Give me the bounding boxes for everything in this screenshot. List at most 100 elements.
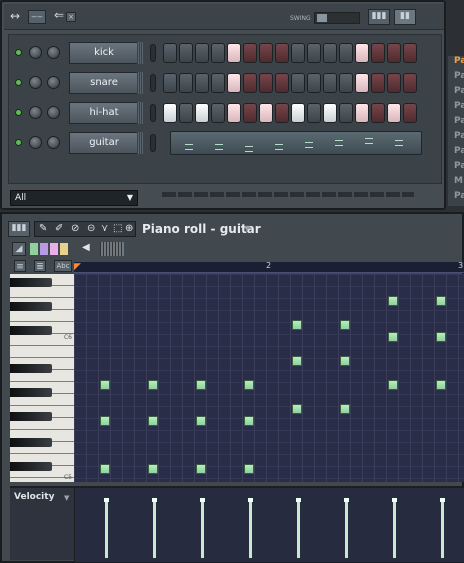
arrow-left-icon[interactable]: ◀ [82, 242, 90, 253]
channel-select[interactable] [150, 104, 156, 122]
timeline-ruler[interactable]: ◤ 2 3 [74, 261, 464, 273]
close-icon[interactable]: × [66, 12, 76, 22]
pan-knob[interactable] [29, 136, 42, 149]
pencil-icon[interactable]: ✎ [39, 223, 47, 234]
color-pink-button[interactable] [50, 243, 58, 255]
options-button[interactable]: ‒‒ [28, 10, 46, 24]
step-button[interactable] [195, 73, 209, 93]
volume-knob[interactable] [47, 106, 60, 119]
step-button[interactable] [323, 73, 337, 93]
step-button[interactable] [259, 43, 273, 63]
channel-led[interactable] [15, 79, 22, 86]
select-icon[interactable]: ⬚ [113, 223, 122, 234]
step-button[interactable] [227, 103, 241, 123]
playhead-marker-icon[interactable]: ◤ [74, 262, 81, 272]
white-key[interactable] [10, 346, 74, 358]
note[interactable] [196, 380, 206, 390]
note[interactable] [100, 380, 110, 390]
step-button[interactable] [179, 103, 193, 123]
step-button[interactable] [243, 103, 257, 123]
step-button[interactable] [259, 73, 273, 93]
step-button[interactable] [355, 43, 369, 63]
black-key[interactable] [10, 364, 52, 373]
delete-icon[interactable]: ⊘ [71, 223, 79, 234]
pattern-list-item[interactable]: Pa [454, 116, 464, 126]
note[interactable] [100, 416, 110, 426]
pattern-list-item[interactable]: Pa [454, 161, 464, 171]
step-button[interactable] [387, 73, 401, 93]
note[interactable] [100, 464, 110, 474]
step-button[interactable] [211, 43, 225, 63]
channel-led[interactable] [15, 109, 22, 116]
step-button[interactable] [227, 73, 241, 93]
volume-knob[interactable] [47, 76, 60, 89]
volume-knob[interactable] [47, 136, 60, 149]
pan-knob[interactable] [29, 106, 42, 119]
arrows-icon[interactable]: ↔ [10, 9, 20, 23]
pattern-list-item[interactable]: Pa [454, 191, 464, 201]
step-button[interactable] [179, 73, 193, 93]
step-button[interactable] [211, 103, 225, 123]
slice-icon[interactable]: ⋎ [101, 223, 108, 234]
step-button[interactable] [339, 43, 353, 63]
step-button[interactable] [403, 103, 417, 123]
keyboard-toggle-icon[interactable]: ≡ [14, 260, 26, 272]
note[interactable] [340, 320, 350, 330]
step-button[interactable] [323, 43, 337, 63]
pattern-list-item[interactable]: M [454, 176, 463, 186]
step-button[interactable] [291, 103, 305, 123]
velocity-handle[interactable] [392, 498, 397, 502]
note[interactable] [148, 416, 158, 426]
piano-roll-icon[interactable]: ▮▮▮ [8, 221, 30, 237]
piano-icon[interactable]: ▮▮ [394, 9, 416, 25]
brush-icon[interactable]: ✐ [55, 223, 63, 234]
note[interactable] [436, 296, 446, 306]
volume-knob[interactable] [47, 46, 60, 59]
note[interactable] [244, 416, 254, 426]
velocity-handle[interactable] [296, 498, 301, 502]
note[interactable] [292, 404, 302, 414]
pattern-list-item[interactable]: Pa [454, 131, 464, 141]
velocity-bar[interactable] [152, 498, 157, 558]
velocity-bar[interactable] [440, 498, 445, 558]
black-key[interactable] [10, 302, 52, 311]
note[interactable] [436, 380, 446, 390]
step-button[interactable] [339, 103, 353, 123]
velocity-bar[interactable] [104, 498, 109, 558]
step-button[interactable] [371, 73, 385, 93]
pattern-list-item[interactable]: Pa [454, 71, 464, 81]
step-button[interactable] [227, 43, 241, 63]
velocity-handle[interactable] [200, 498, 205, 502]
step-button[interactable] [323, 103, 337, 123]
white-key[interactable] [10, 286, 74, 298]
filter-dropdown[interactable]: All ▼ [10, 190, 138, 206]
note[interactable] [388, 332, 398, 342]
white-key[interactable] [10, 310, 74, 322]
step-button[interactable] [163, 43, 177, 63]
velocity-label[interactable]: Velocity [14, 492, 54, 502]
step-button[interactable] [275, 43, 289, 63]
step-button[interactable] [243, 43, 257, 63]
note[interactable] [340, 356, 350, 366]
title-chevron-icon[interactable]: ▼ [244, 224, 250, 233]
step-button[interactable] [387, 43, 401, 63]
step-button[interactable] [163, 73, 177, 93]
step-button[interactable] [163, 103, 177, 123]
channel-name-button[interactable]: kick [69, 42, 139, 64]
note[interactable] [340, 404, 350, 414]
channel-select[interactable] [150, 44, 156, 62]
step-button[interactable] [355, 103, 369, 123]
note[interactable] [148, 380, 158, 390]
stamp-icon[interactable]: ◢ [12, 242, 26, 256]
note[interactable] [292, 356, 302, 366]
channel-led[interactable] [15, 49, 22, 56]
velocity-bar[interactable] [248, 498, 253, 558]
piano-keyboard[interactable]: C6 C5 [10, 274, 74, 490]
note-grid[interactable] [74, 274, 464, 482]
channel-name-button[interactable]: guitar [69, 132, 139, 154]
step-button[interactable] [195, 103, 209, 123]
step-button[interactable] [403, 43, 417, 63]
back-icon[interactable]: ⇐ [54, 8, 64, 22]
note[interactable] [196, 464, 206, 474]
slider-grip[interactable] [100, 242, 124, 256]
